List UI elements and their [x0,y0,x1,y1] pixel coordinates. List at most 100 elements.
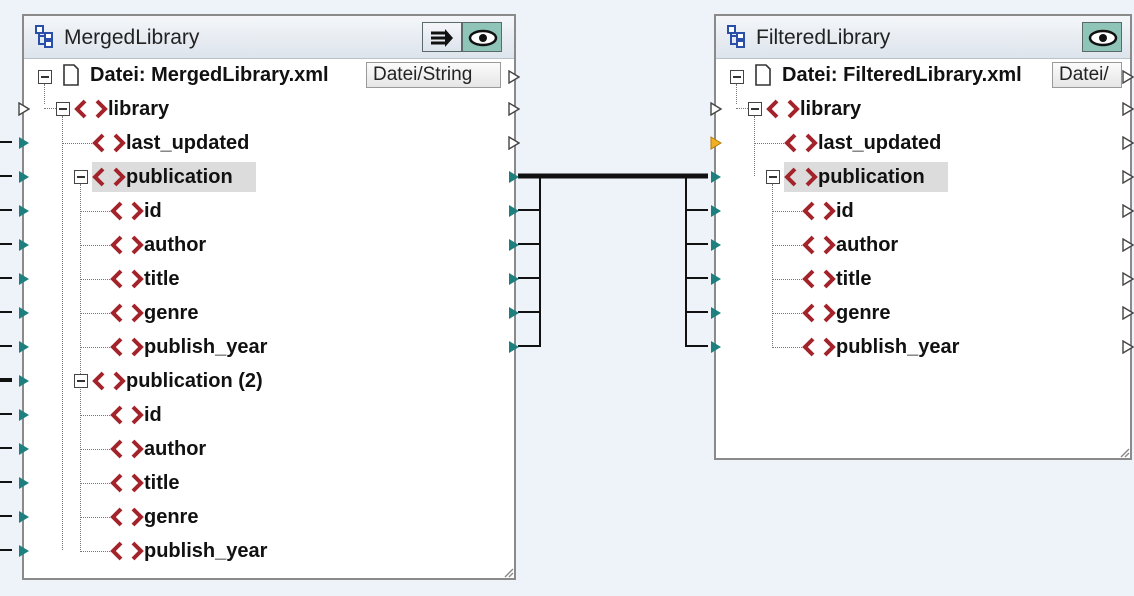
input-port[interactable] [710,204,722,218]
element-icon [802,269,836,289]
node-id[interactable]: id [144,200,162,223]
output-port[interactable] [508,272,520,286]
input-port[interactable] [18,102,30,116]
input-port[interactable] [710,340,722,354]
element-icon [110,269,144,289]
node-title[interactable]: title [836,268,872,291]
element-icon [110,337,144,357]
collapse-icon[interactable] [74,170,88,184]
output-port[interactable] [1122,306,1134,320]
input-port[interactable] [18,306,30,320]
output-port[interactable] [508,204,520,218]
input-port[interactable] [18,170,30,184]
output-port[interactable] [1122,272,1134,286]
node-publication-2[interactable]: publication (2) [126,370,263,393]
output-port[interactable] [1122,340,1134,354]
filter-input-port[interactable] [710,136,722,150]
filter-toggle-button[interactable] [422,22,462,52]
collapse-icon[interactable] [748,102,762,116]
element-icon [802,235,836,255]
element-icon [110,473,144,493]
input-port[interactable] [710,102,722,116]
input-port[interactable] [18,442,30,456]
merged-library-component[interactable]: MergedLibrary Datei: MergedLibrary.xml D… [18,14,520,580]
node-genre[interactable]: genre [144,506,198,529]
input-port[interactable] [18,238,30,252]
input-port[interactable] [18,340,30,354]
tree-line [772,279,806,280]
collapse-icon[interactable] [74,374,88,388]
resize-grip-icon[interactable] [502,566,514,578]
node-publish-year[interactable]: publish_year [144,336,267,359]
input-port[interactable] [18,510,30,524]
node-library[interactable]: library [800,98,861,121]
output-port[interactable] [508,136,520,150]
tree-line [772,313,806,314]
tree-line [62,143,96,144]
node-publication[interactable]: publication [126,166,233,189]
output-port[interactable] [508,102,520,116]
output-port[interactable] [1122,102,1134,116]
output-port[interactable] [508,170,520,184]
output-port[interactable] [508,306,520,320]
resize-grip-icon[interactable] [1118,446,1130,458]
output-port[interactable] [1122,238,1134,252]
output-port[interactable] [1122,136,1134,150]
tree-line [80,245,114,246]
input-port[interactable] [18,374,30,388]
filtered-library-component[interactable]: FilteredLibrary Datei: FilteredLibrary.x… [710,14,1134,460]
node-publish-year[interactable]: publish_year [144,540,267,563]
node-author[interactable]: author [836,234,898,257]
output-port[interactable] [508,238,520,252]
output-port[interactable] [1122,170,1134,184]
input-port[interactable] [18,272,30,286]
node-publish-year[interactable]: publish_year [836,336,959,359]
node-publication[interactable]: publication [818,166,925,189]
view-toggle-button[interactable] [1082,22,1122,52]
component-title-bar[interactable]: MergedLibrary [24,16,514,59]
tree-line [754,143,788,144]
input-port[interactable] [18,544,30,558]
collapse-icon[interactable] [730,70,744,84]
component-title-bar[interactable]: FilteredLibrary [716,16,1130,59]
node-last-updated[interactable]: last_updated [818,132,941,155]
input-port[interactable] [18,476,30,490]
view-toggle-button[interactable] [462,22,502,52]
input-port[interactable] [710,306,722,320]
element-icon [766,99,800,119]
node-author[interactable]: author [144,234,206,257]
tree-line [80,415,114,416]
file-string-button[interactable]: Datei/String [366,62,501,88]
output-port[interactable] [1122,70,1134,84]
node-title[interactable]: title [144,472,180,495]
tree-line [80,551,114,552]
output-port[interactable] [508,70,520,84]
node-genre[interactable]: genre [144,302,198,325]
output-port[interactable] [508,340,520,354]
collapse-icon[interactable] [766,170,780,184]
input-port[interactable] [710,170,722,184]
node-genre[interactable]: genre [836,302,890,325]
collapse-icon[interactable] [38,70,52,84]
node-library[interactable]: library [108,98,169,121]
node-id[interactable]: id [836,200,854,223]
filter-toggle-icon [431,29,453,47]
tree-line [80,313,114,314]
eye-icon [468,29,498,47]
node-id[interactable]: id [144,404,162,427]
node-author[interactable]: author [144,438,206,461]
input-port[interactable] [710,238,722,252]
component-title: MergedLibrary [64,26,200,49]
file-string-button[interactable]: Datei/ [1052,62,1122,88]
node-title[interactable]: title [144,268,180,291]
input-port[interactable] [18,204,30,218]
output-port[interactable] [1122,204,1134,218]
node-last-updated[interactable]: last_updated [126,132,249,155]
tree-line [736,84,737,104]
input-port[interactable] [18,408,30,422]
tree-line [80,449,114,450]
component-title: FilteredLibrary [756,26,891,49]
input-port[interactable] [18,136,30,150]
input-port[interactable] [710,272,722,286]
collapse-icon[interactable] [56,102,70,116]
